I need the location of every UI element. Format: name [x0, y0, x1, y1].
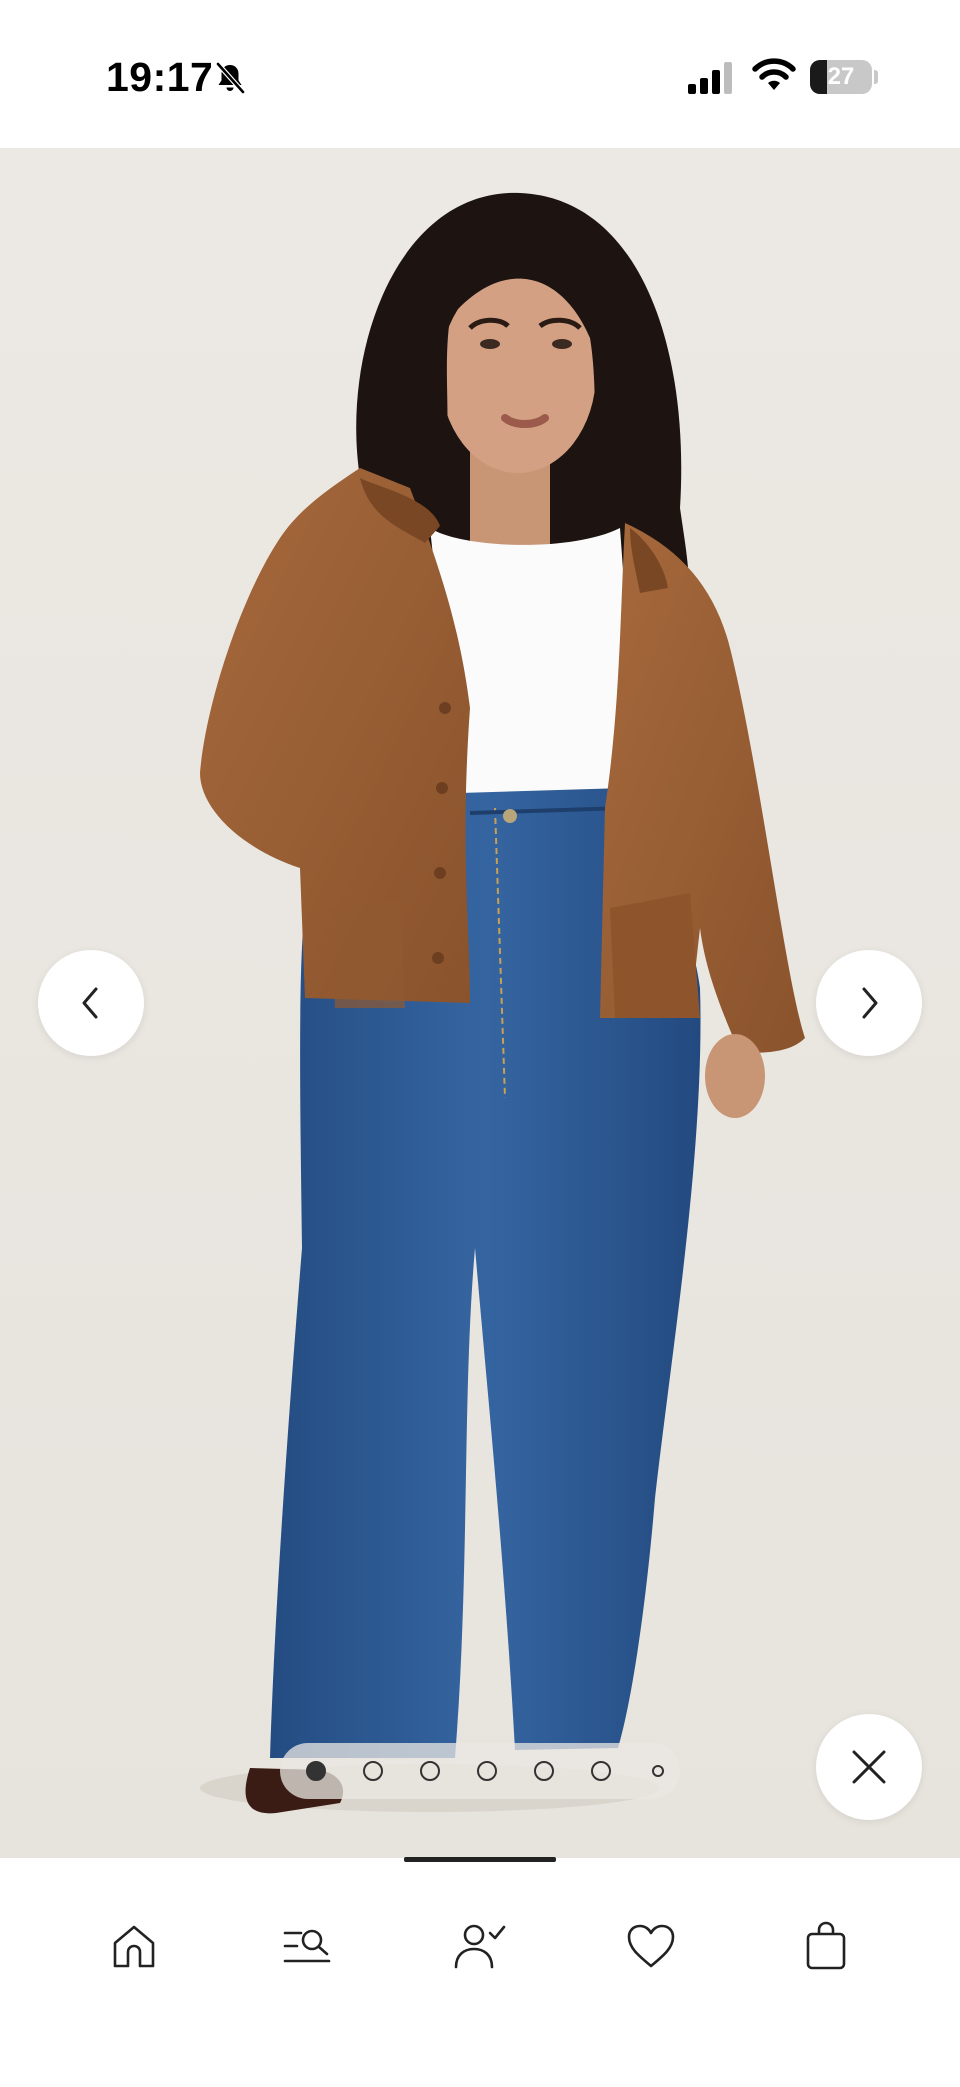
tab-wishlist[interactable] [611, 1906, 691, 1986]
previous-image-button[interactable] [38, 950, 144, 1056]
pagination-dot[interactable] [591, 1761, 611, 1781]
home-icon [113, 1925, 155, 1968]
tab-home[interactable] [94, 1906, 174, 1986]
tab-account[interactable] [440, 1906, 520, 1986]
product-image-gallery[interactable] [0, 148, 960, 1858]
selected-tab-indicator [404, 1857, 556, 1862]
shopping-bag-icon [806, 1921, 846, 1970]
chevron-left-icon [82, 987, 98, 1019]
pagination-dot[interactable] [306, 1761, 326, 1781]
pagination-dot[interactable] [534, 1761, 554, 1781]
pagination-dot[interactable] [477, 1761, 497, 1781]
next-image-button[interactable] [816, 950, 922, 1056]
tab-search[interactable] [267, 1906, 347, 1986]
pagination-dot[interactable] [363, 1761, 383, 1781]
pagination-dot[interactable] [420, 1761, 440, 1781]
image-pagination-dots [280, 1743, 680, 1799]
chevron-right-icon [862, 987, 878, 1019]
battery-percentage: 27 [827, 63, 855, 90]
tab-bag[interactable] [786, 1906, 866, 1986]
status-time: 19:17 [106, 54, 214, 100]
user-check-icon [454, 1924, 506, 1969]
status-bar: 19:17 27 [0, 0, 960, 148]
close-icon [852, 1750, 886, 1784]
wifi-icon [752, 58, 796, 90]
search-list-icon [283, 1929, 331, 1963]
heart-icon [627, 1924, 675, 1968]
bottom-tab-bar [0, 1858, 960, 2087]
bell-slash-icon [216, 62, 245, 94]
battery-nub [874, 70, 878, 84]
battery-icon: 27 [810, 60, 872, 94]
pagination-dot[interactable] [652, 1765, 664, 1777]
close-gallery-button[interactable] [816, 1714, 922, 1820]
cellular-signal-icon [688, 62, 732, 94]
